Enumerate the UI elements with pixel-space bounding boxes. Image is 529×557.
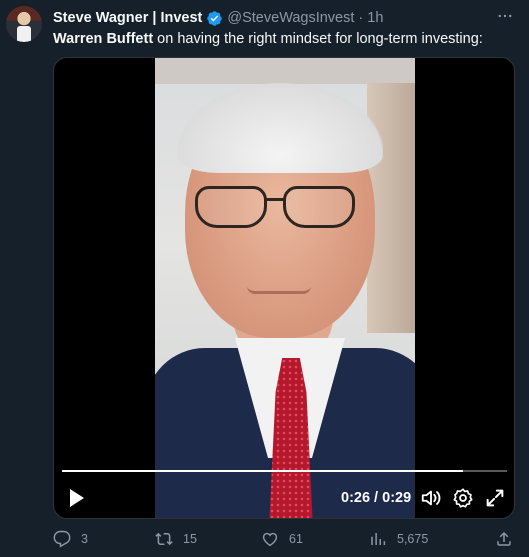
video-progress-fill <box>62 470 463 472</box>
share-button[interactable] <box>495 529 523 549</box>
tweet-header: Steve Wagner | Invest @SteveWagsInvest ·… <box>53 8 383 28</box>
gear-icon[interactable] <box>452 487 474 509</box>
video-controls: 0:26 / 0:29 <box>54 483 514 513</box>
timestamp[interactable]: 1h <box>367 10 383 26</box>
retweet-count: 15 <box>183 532 197 546</box>
video-timecode: 0:26 / 0:29 <box>341 490 411 506</box>
more-options-icon[interactable] <box>493 6 517 26</box>
tweet-text: Warren Buffett on having the right minds… <box>53 30 483 48</box>
reply-icon <box>53 530 71 548</box>
author-name[interactable]: Steve Wagner | Invest <box>53 10 202 26</box>
retweet-icon <box>155 532 173 546</box>
current-time: 0:26 <box>341 490 371 506</box>
verified-badge-icon <box>206 10 223 27</box>
views-icon <box>371 533 386 545</box>
video-progress-bar[interactable] <box>62 470 507 472</box>
tweet-actions: 3 15 61 5,675 <box>53 529 523 549</box>
duration: 0:29 <box>382 490 412 506</box>
volume-icon[interactable] <box>420 487 442 509</box>
mention-text-bold: Warren Buffett <box>53 31 154 47</box>
video-hair <box>177 83 383 173</box>
separator-dot: · <box>358 10 364 26</box>
video-mouth <box>247 286 311 294</box>
video-glasses-left <box>195 186 267 228</box>
reply-button[interactable]: 3 <box>53 529 88 549</box>
tweet-text-rest: on having the right mindset for long-ter… <box>153 31 483 47</box>
reply-count: 3 <box>81 532 88 546</box>
retweet-button[interactable]: 15 <box>155 529 197 549</box>
video-frame-top <box>155 58 415 84</box>
view-count: 5,675 <box>397 532 429 546</box>
video-glasses-bridge <box>265 198 285 201</box>
avatar[interactable] <box>6 6 42 42</box>
time-separator: / <box>370 490 383 506</box>
author-handle[interactable]: @SteveWagsInvest <box>227 10 354 26</box>
heart-icon <box>262 532 278 547</box>
like-count: 61 <box>289 532 303 546</box>
video-frame[interactable] <box>155 58 415 518</box>
share-icon <box>497 531 511 546</box>
video-player[interactable]: 0:26 / 0:29 <box>53 57 515 519</box>
play-icon[interactable] <box>68 488 86 508</box>
tweet[interactable]: Steve Wagner | Invest @SteveWagsInvest ·… <box>0 0 529 557</box>
views-button[interactable]: 5,675 <box>369 529 428 549</box>
like-button[interactable]: 61 <box>261 529 303 549</box>
fullscreen-icon[interactable] <box>484 487 506 509</box>
video-glasses-right <box>283 186 355 228</box>
